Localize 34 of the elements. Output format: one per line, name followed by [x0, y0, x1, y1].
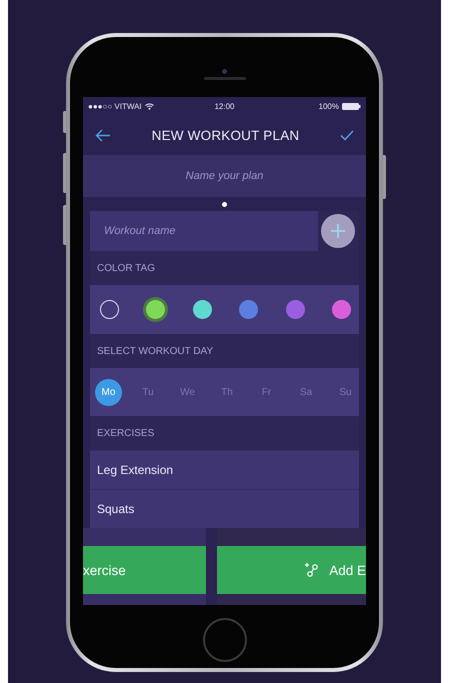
section-label: EXERCISES	[96, 426, 156, 440]
back-arrow-icon[interactable]	[95, 128, 111, 142]
no-color-option[interactable]	[100, 300, 119, 319]
exercise-item[interactable]: Leg Extension	[90, 450, 359, 489]
checkmark-icon[interactable]	[340, 130, 354, 140]
day-option[interactable]: Th	[214, 378, 240, 406]
add-exercise-button[interactable]: xercise	[83, 546, 206, 594]
day-option[interactable]: Fr	[253, 378, 280, 406]
color-swatch[interactable]	[239, 300, 258, 319]
day-option[interactable]: Tu	[134, 378, 162, 406]
battery-percent: 100%	[318, 102, 339, 110]
section-label: COLOR TAG	[96, 262, 156, 276]
workout-name-field[interactable]: Workout name	[90, 211, 318, 251]
page-indicator-dot	[222, 202, 227, 206]
camera-icon	[222, 69, 227, 74]
exercise-item[interactable]: Squats	[90, 489, 359, 528]
day-option[interactable]: Mo	[95, 378, 122, 406]
battery-icon	[342, 102, 361, 110]
clock-time: 12:00	[214, 102, 235, 110]
wifi-icon	[144, 102, 154, 110]
color-swatch[interactable]	[286, 300, 305, 319]
add-button[interactable]	[321, 214, 355, 248]
day-option[interactable]: Sa	[292, 378, 320, 406]
carrier-label: ●●●○○ VITWAI	[88, 102, 142, 110]
speaker-grille	[204, 77, 246, 80]
section-label: SELECT WORKOUT DAY	[96, 344, 214, 358]
screen-title: NEW WORKOUT PLAN	[152, 128, 300, 142]
plus-icon	[331, 224, 345, 238]
add-exercise-button[interactable]: Add E	[217, 546, 366, 594]
color-swatch[interactable]	[332, 300, 351, 319]
color-swatch[interactable]	[146, 300, 166, 319]
color-swatch[interactable]	[192, 300, 212, 319]
day-option[interactable]: Su	[332, 378, 359, 406]
day-option[interactable]: We	[174, 378, 201, 406]
